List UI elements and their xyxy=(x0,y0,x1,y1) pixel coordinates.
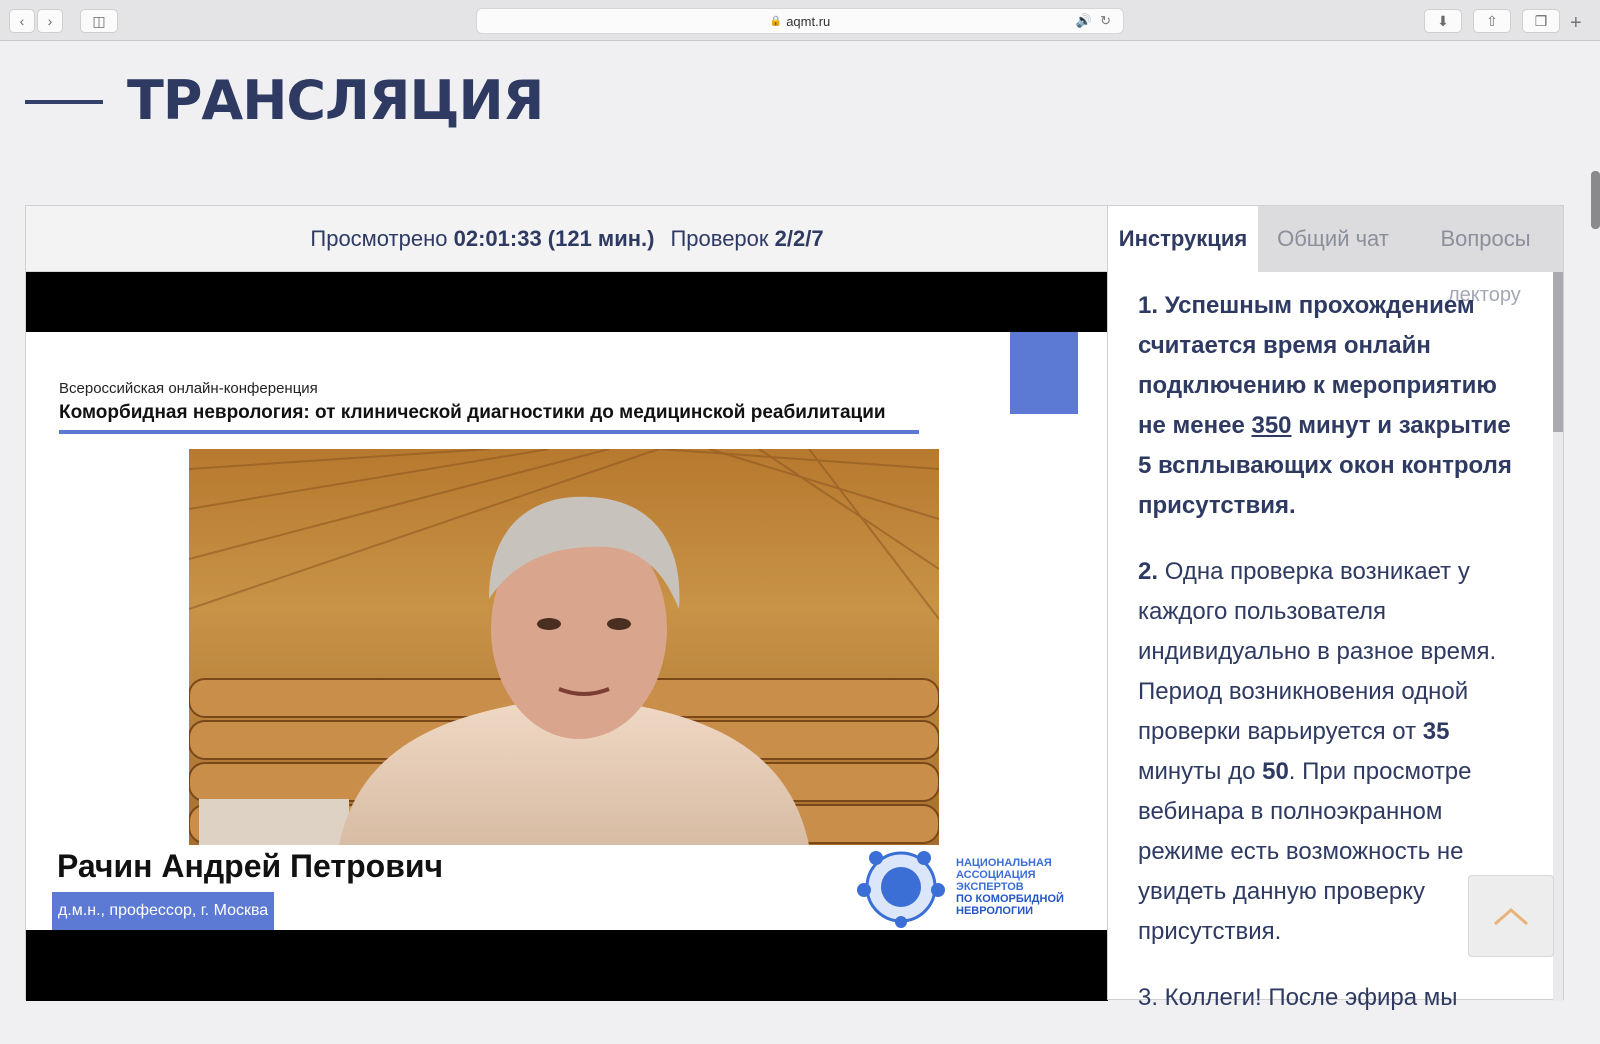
checks-value: 2/2/7 xyxy=(774,225,824,251)
tabs-icon[interactable]: ❐ xyxy=(1522,9,1560,33)
watched-label: Просмотрено xyxy=(310,225,448,251)
page: ТРАНСЛЯЦИЯ Просмотрено 02:01:33 (121 мин… xyxy=(0,41,1600,1011)
watch-stats: Просмотрено 02:01:33 (121 мин.) Проверок… xyxy=(26,206,1108,272)
watched-value: 02:01:33 (121 мин.) xyxy=(453,225,655,251)
sidebar-icon[interactable]: ◫ xyxy=(80,9,118,33)
checks-label: Проверок xyxy=(670,225,769,251)
slide-accent-block xyxy=(1010,332,1078,414)
speaker-video xyxy=(189,449,939,845)
instruction-text: 1. Успешным прохождением считается время… xyxy=(1138,286,1523,1044)
association-logo xyxy=(856,846,946,928)
new-tab-icon[interactable]: + xyxy=(1570,12,1582,35)
instruction-item-1: 1. Успешным прохождением считается время… xyxy=(1138,292,1512,519)
back-icon[interactable]: ‹ xyxy=(9,9,35,33)
video-slide: Всероссийская онлайн-конференция Коморби… xyxy=(26,332,1108,930)
chevron-up-icon xyxy=(1494,908,1528,926)
speaker-name: Рачин Андрей Петрович xyxy=(57,848,444,884)
title-decoration xyxy=(25,100,103,104)
tab-general-chat[interactable]: Общий чат xyxy=(1258,206,1408,272)
check-max-interval: 50 xyxy=(1262,758,1289,785)
side-scroll-thumb[interactable] xyxy=(1553,272,1563,432)
side-scrollbar[interactable] xyxy=(1553,272,1563,1001)
conference-type: Всероссийская онлайн-конференция xyxy=(59,380,318,397)
address-bar[interactable]: 🔒 aqmt.ru 🔊 ↻ xyxy=(476,8,1124,34)
browser-toolbar: ‹ › ◫ 🔒 aqmt.ru 🔊 ↻ ⬇ ⇧ ❐ + xyxy=(0,0,1600,41)
speaker-role: д.м.н., профессор, г. Москва xyxy=(52,892,275,930)
instruction-item-2: 2. Одна проверка возникает у каждого пол… xyxy=(1138,558,1497,945)
title-underline xyxy=(59,430,919,434)
forward-icon[interactable]: › xyxy=(37,9,63,33)
tab-bar: Инструкция Общий чат Вопросы xyxy=(1108,206,1563,272)
tab-instruction[interactable]: Инструкция xyxy=(1108,206,1258,272)
share-icon[interactable]: ⇧ xyxy=(1473,9,1511,33)
conference-title: Коморбидная неврология: от клинической д… xyxy=(59,402,886,423)
page-scroll-thumb[interactable] xyxy=(1591,171,1600,229)
tab-questions[interactable]: Вопросы xyxy=(1408,206,1563,272)
video-player[interactable]: Всероссийская онлайн-конференция Коморби… xyxy=(26,272,1108,1001)
page-scrollbar[interactable] xyxy=(1588,41,1600,1000)
player-panel: Просмотрено 02:01:33 (121 мин.) Проверок… xyxy=(25,205,1108,1001)
lock-icon: 🔒 xyxy=(769,15,783,27)
check-min-interval: 35 xyxy=(1422,718,1450,745)
required-minutes: 350 xyxy=(1251,412,1292,439)
download-icon[interactable]: ⬇ xyxy=(1424,9,1462,33)
reload-icon[interactable]: ↻ xyxy=(1100,13,1111,29)
scroll-to-top-button[interactable] xyxy=(1468,875,1554,957)
sound-icon[interactable]: 🔊 xyxy=(1076,13,1092,29)
url-text: aqmt.ru xyxy=(786,13,831,29)
instruction-item-3: 3. Коллеги! После эфира мы xyxy=(1138,984,1458,1011)
page-title: ТРАНСЛЯЦИЯ xyxy=(127,69,544,132)
association-name: НАЦИОНАЛЬНАЯ АССОЦИАЦИЯ ЭКСПЕРТОВ ПО КОМ… xyxy=(956,857,1064,917)
